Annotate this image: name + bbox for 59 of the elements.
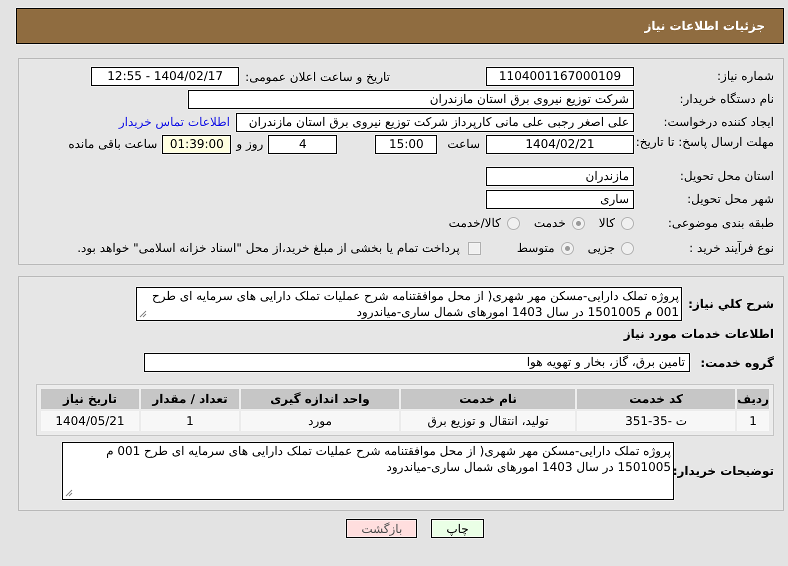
radio-button[interactable] — [572, 216, 585, 230]
radio-label: کالا — [598, 215, 615, 232]
back-button[interactable]: بازگشت — [346, 519, 418, 538]
table-cell: 1404/05/21 — [40, 410, 140, 432]
column-header: واحد اندازه گیری — [240, 388, 400, 410]
text-field[interactable]: ساری — [486, 190, 634, 208]
column-header: تاریخ نیاز — [40, 388, 140, 410]
radio-button[interactable] — [621, 242, 634, 254]
column-header: کد خدمت — [576, 388, 736, 410]
field-label: توضیحات خریدار: — [674, 463, 774, 480]
table-cell: 1 — [736, 410, 770, 432]
radio-label: جزیی — [588, 240, 615, 257]
table-cell: مورد — [240, 410, 400, 432]
text-field[interactable]: 1404/02/17 - 12:55 — [91, 66, 240, 86]
text-field[interactable]: علی اصغر رجبی علی مانی کارپرداز شرکت توزیع نیروی برق استان مازندران — [236, 112, 634, 132]
column-header: ردیف — [736, 388, 770, 410]
payment-note: پرداخت تمام یا بخشی از مبلغ خرید،از محل "اسناد خزانه اسلامی" خواهد بود. — [77, 240, 460, 257]
field-label: شماره نیاز: — [716, 68, 774, 84]
section-heading: اطلاعات خدمات مورد نیاز — [622, 326, 774, 343]
field-label: ایجاد کننده درخواست: — [662, 114, 774, 130]
time-label: ساعت — [447, 136, 480, 153]
text-area[interactable]: پروژه تملک دارایی-مسکن مهر شهری( از محل موافقتنامه شرح عملیات تملک دارایی های سرمایه ای طرح 001 م 1501005 در سال 1403 امورهای شمال ساری-میاندرود — [62, 442, 674, 500]
field-label: طبقه بندی موضوعی: — [666, 216, 774, 230]
radio-label: کالا/خدمت — [448, 215, 501, 232]
field-label: شهر محل تحویل: — [686, 192, 774, 206]
column-header: نام خدمت — [400, 388, 576, 410]
print-button[interactable]: چاپ — [431, 519, 484, 538]
radio-button[interactable] — [560, 242, 574, 254]
field-label: شرح كلي نياز: — [687, 296, 774, 313]
radio-button[interactable] — [621, 216, 634, 230]
radio-button[interactable] — [506, 216, 520, 230]
text-field[interactable]: مازندران — [486, 166, 634, 186]
countdown-field[interactable]: 01:39:00 — [162, 135, 232, 154]
field-label: نوع فرآیند خرید : — [688, 240, 774, 256]
text-field[interactable]: 1404/02/21 — [486, 135, 634, 154]
table-cell: ت -35-351 — [576, 410, 736, 432]
text-area[interactable]: پروژه تملک دارایی-مسکن مهر شهری( از محل موافقتنامه شرح عملیات تملک دارایی های سرمایه ای طرح 001 م 1501005 در سال 1403 امورهای شمال ساری-میاندرود — [136, 287, 682, 321]
field-label: گروه خدمت: — [699, 354, 774, 372]
remaining-label: ساعت باقی مانده — [68, 136, 158, 153]
table-cell: 1 — [140, 410, 240, 432]
field-label: تاریخ و ساعت اعلان عمومی: — [245, 70, 390, 84]
column-header: تعداد / مقدار — [140, 388, 240, 410]
text-field[interactable]: 4 — [268, 135, 338, 154]
radio-label: خدمت — [534, 215, 566, 232]
text-field[interactable]: تامین برق، گاز، بخار و تهویه هوا — [144, 353, 690, 372]
text-field[interactable]: 1104001167000109 — [486, 66, 634, 86]
text-field[interactable]: شرکت توزیع نیروی برق استان مازندران — [188, 90, 634, 108]
page-title: جزئیات اطلاعات نیاز — [644, 18, 765, 35]
field-label: استان محل تحویل: — [678, 168, 774, 184]
contact-link[interactable]: اطلاعات تماس خریدار — [118, 113, 230, 131]
field-label: مهلت ارسال پاسخ: تا تاریخ: — [634, 135, 774, 150]
text-field[interactable]: 15:00 — [375, 135, 438, 154]
days-label: روز و — [236, 136, 264, 153]
field-label: نام دستگاه خریدار: — [678, 92, 774, 106]
radio-label: متوسط — [516, 240, 555, 257]
checkbox[interactable] — [468, 242, 481, 254]
table-cell: تولید، انتقال و توزیع برق — [400, 410, 576, 432]
resize-grip-icon — [65, 489, 73, 497]
resize-grip-icon — [139, 310, 147, 318]
